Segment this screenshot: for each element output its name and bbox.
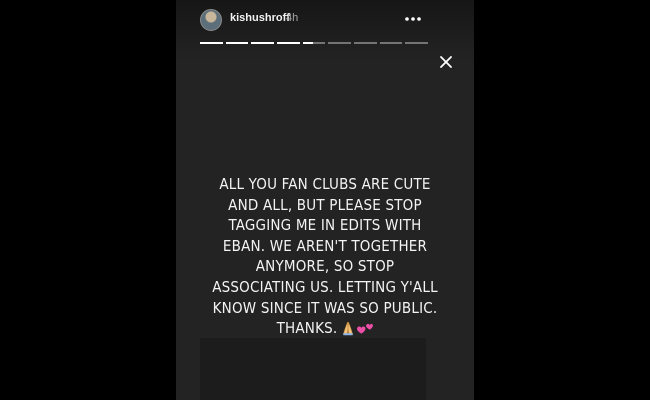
close-icon[interactable]	[438, 54, 454, 70]
username[interactable]: kishushroff	[230, 12, 290, 24]
caption-line: AND ALL, BUT PLEASE STOP	[228, 195, 422, 214]
progress-segment-fill	[225, 42, 249, 44]
progress-segment-fill	[302, 42, 313, 44]
emoji-group	[340, 318, 374, 339]
progress-segment	[405, 42, 429, 44]
caption-line: ALL YOU FAN CLUBS ARE CUTE	[219, 175, 431, 193]
story-progress-bar	[200, 42, 429, 45]
progress-segment	[379, 42, 403, 44]
caption-line: TAGGING ME IN EDITS WITH	[228, 216, 422, 235]
more-horizontal-icon[interactable]	[402, 11, 424, 27]
progress-segment-fill	[200, 42, 223, 44]
viewer-backdrop: kishushroff 4h ALL YOU FAN CLUBS ARE CUT…	[0, 0, 650, 400]
avatar[interactable]	[200, 9, 222, 31]
story-background-block	[200, 338, 426, 400]
caption-line: ANYMORE, SO STOP	[255, 257, 395, 276]
caption-line: KNOW SINCE IT WAS SO PUBLIC.	[212, 298, 438, 317]
progress-segment	[277, 42, 300, 44]
progress-segment-fill	[277, 42, 300, 44]
progress-segment	[225, 42, 249, 44]
progress-segment	[354, 42, 377, 44]
post-time: 4h	[286, 12, 299, 24]
progress-segment-fill	[251, 42, 275, 44]
two-hearts-icon	[357, 324, 374, 334]
caption-line-last: THANKS.	[196, 318, 454, 339]
caption-line: THANKS.	[276, 319, 338, 338]
caption-line: ASSOCIATING US. LETTING Y'ALL	[212, 277, 438, 296]
progress-segment	[302, 42, 326, 44]
folded-hands-icon	[343, 322, 354, 336]
caption-line: EBAN. WE AREN'T TOGETHER	[222, 236, 428, 255]
progress-segment	[328, 42, 352, 44]
story-header: kishushroff 4h	[176, 0, 474, 40]
progress-segment	[251, 42, 275, 44]
progress-segment	[200, 42, 223, 44]
story-caption: ALL YOU FAN CLUBS ARE CUTE AND ALL, BUT …	[196, 174, 454, 339]
